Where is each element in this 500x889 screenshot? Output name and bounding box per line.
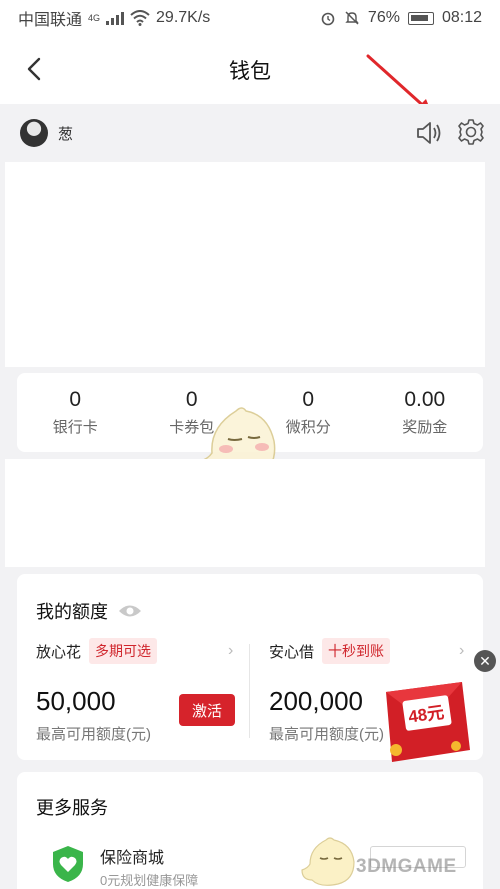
wifi-icon [130, 10, 150, 26]
product-tag: 多期可选 [89, 638, 158, 664]
network-speed: 29.7K/s [156, 9, 211, 26]
divider [249, 644, 250, 738]
battery-percent: 76% [367, 9, 400, 26]
stat-label: 银行卡 [52, 419, 98, 436]
avatar[interactable] [20, 119, 48, 147]
battery-icon [407, 11, 434, 25]
watermark-text: 3DMGAME [356, 856, 457, 877]
back-icon[interactable] [20, 54, 50, 84]
stat-bank-cards[interactable]: 0 银行卡 [17, 373, 134, 452]
stat-value: 0 [69, 388, 82, 411]
banner-area [5, 162, 485, 367]
credit-amount-label: 最高可用额度(元) [36, 726, 151, 743]
stat-label: 微积分 [285, 419, 331, 436]
mute-icon [345, 11, 359, 25]
red-envelope-promo[interactable]: 48元 [382, 678, 472, 766]
chevron-right-icon: › [228, 642, 234, 659]
eye-icon[interactable] [118, 603, 142, 619]
credit-title-text: 我的额度 [36, 602, 108, 622]
service-subtitle: 0元规划健康保障 [100, 873, 199, 888]
activate-button[interactable]: 激活 [179, 694, 235, 726]
alarm-icon [321, 12, 335, 26]
user-name: 葱 [58, 125, 74, 143]
chevron-right-icon: › [459, 642, 465, 659]
section-title: 更多服务 [36, 798, 108, 818]
settings-gear-icon[interactable] [456, 117, 486, 147]
mascot-watermark-icon [301, 837, 355, 886]
banner-area-secondary [5, 459, 485, 567]
speaker-icon[interactable] [414, 118, 444, 148]
promo-close-button[interactable]: ✕ [474, 650, 496, 672]
stat-value: 0 [302, 388, 315, 411]
network-type: 4G [88, 13, 101, 23]
stat-value: 0.00 [404, 388, 446, 411]
product-name: 安心借 [269, 643, 315, 661]
carrier-label: 中国联通 [18, 12, 83, 29]
stat-label: 奖励金 [402, 419, 448, 436]
service-name: 保险商城 [100, 850, 165, 867]
stat-rewards[interactable]: 0.00 奖励金 [367, 373, 484, 452]
credit-title: 我的额度 [36, 598, 142, 624]
shield-heart-icon [53, 846, 83, 882]
product-name: 放心花 [36, 643, 82, 661]
page-title: 钱包 [229, 60, 271, 83]
signal-icon [106, 11, 125, 25]
status-bar: 中国联通 4G 29.7K/s 76% 08:12 [0, 0, 500, 36]
clock: 08:12 [441, 9, 482, 26]
product-tag: 十秒到账 [322, 638, 391, 664]
product-fangxinhua[interactable]: 放心花 多期可选 › 50,000 最高可用额度(元) 激活 [36, 638, 244, 748]
